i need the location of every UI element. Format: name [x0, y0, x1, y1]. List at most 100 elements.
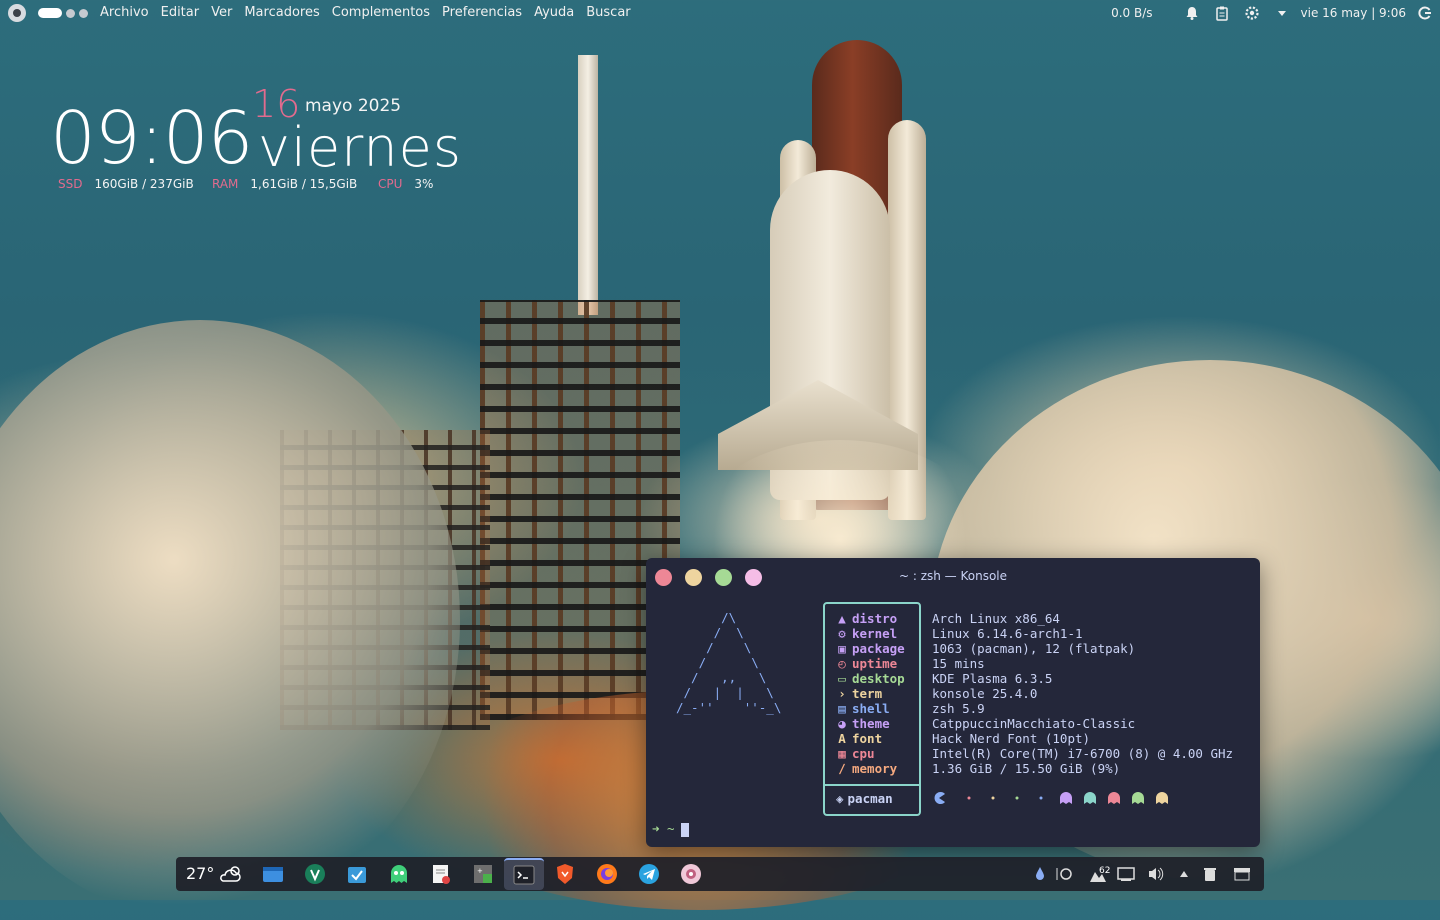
shell-icon: ▤ — [838, 701, 846, 716]
fastfetch-values: Arch Linux x86_64 Linux 6.14.6-arch1-1 106… — [932, 611, 1233, 776]
weather-temperature[interactable]: 27° — [186, 864, 214, 883]
text-cursor — [680, 822, 689, 837]
calculator-icon[interactable]: + — [470, 861, 496, 887]
ghost-purple-icon — [1060, 792, 1072, 804]
arch-ascii-logo: /\ / \ / \ / \ / ,, \ / | | \ /_-'' ''-_… — [676, 610, 782, 715]
ram-value: 1,61GiB / 15,5GiB — [250, 177, 358, 191]
fastfetch-label-desktop: ▭ desktop — [836, 671, 904, 686]
app-launcher-button[interactable] — [8, 4, 26, 22]
desktop-2-indicator[interactable] — [66, 8, 75, 18]
virtual-desktop-pager[interactable] — [38, 8, 88, 18]
fastfetch-label-uptime: ◴ uptime — [836, 656, 905, 671]
weather-cloud-sun-icon[interactable] — [218, 861, 244, 887]
package-icon: ▣ — [838, 641, 846, 656]
power-icon[interactable] — [1417, 5, 1433, 21]
brave-browser-icon[interactable] — [552, 861, 578, 887]
chevron-down-icon[interactable] — [1274, 5, 1290, 21]
fastfetch-label-term: › term — [836, 686, 905, 701]
labels-divider — [825, 784, 919, 786]
konsole-title: ~ : zsh — Konsole — [898, 569, 1008, 583]
cpu-label: CPU — [378, 177, 403, 191]
clock-icon: ◴ — [838, 656, 846, 671]
fastfetch-label-memory: ∕ memory — [836, 761, 905, 776]
ghost-green-icon — [1132, 792, 1144, 804]
water-drop-icon[interactable] — [1030, 864, 1050, 884]
fastfetch-value: KDE Plasma 6.3.5 — [932, 671, 1053, 686]
fastfetch-label-kernel: ⚙ kernel — [836, 626, 905, 641]
telegram-icon[interactable] — [636, 861, 662, 887]
font-icon: A — [838, 731, 846, 746]
ssd-value: 160GiB / 237GiB — [94, 177, 194, 191]
menu-ver[interactable]: Ver — [211, 5, 232, 20]
tray-expand-arrow-icon[interactable] — [1174, 864, 1194, 884]
ssd-label: SSD — [58, 177, 83, 191]
palette-icon: ◕ — [838, 716, 846, 731]
pellet-dot — [967, 796, 971, 800]
ghost-yellow-icon — [1156, 792, 1168, 804]
fastfetch-value: CatppuccinMacchiato-Classic — [932, 716, 1136, 731]
fastfetch-label-package: ▣ package — [836, 641, 904, 656]
settings-gear-icon[interactable] — [1244, 5, 1260, 21]
screen-recorder-icon[interactable] — [678, 861, 704, 887]
bg-tower-mast — [578, 55, 598, 315]
pellet-dot — [991, 796, 995, 800]
fastfetch-value: 1.36 GiB / 15.50 GiB (9%) — [932, 761, 1121, 776]
pellet-dot — [1015, 796, 1019, 800]
menu-marcadores[interactable]: Marcadores — [244, 5, 319, 20]
konsole-titlebar[interactable]: ~ : zsh — Konsole — [646, 558, 1260, 596]
notification-bell-icon[interactable] — [1184, 5, 1200, 21]
menu-archivo[interactable]: Archivo — [100, 5, 149, 20]
fastfetch-label-distro: ▲ distro — [836, 611, 905, 626]
desktop-clock-weekday: viernes — [258, 116, 463, 179]
vpn-client-icon[interactable] — [302, 861, 328, 887]
desktop-3-indicator[interactable] — [79, 8, 88, 18]
fastfetch-value: zsh 5.9 — [932, 701, 985, 716]
shell-prompt[interactable]: ➜ ~ — [652, 821, 689, 837]
menu-editar[interactable]: Editar — [161, 5, 200, 20]
ghost-red-icon — [1108, 792, 1120, 804]
trash-icon[interactable] — [1200, 864, 1220, 884]
network-icon[interactable] — [1116, 864, 1136, 884]
clock-datetime[interactable]: vie 16 may | 9:06 — [1301, 6, 1406, 20]
monitor-icon: ▭ — [838, 671, 846, 686]
arch-icon: ▲ — [838, 611, 846, 626]
file-manager-icon[interactable] — [260, 861, 286, 887]
fastfetch-labels: ▲ distro ⚙ kernel ▣ package ◴ uptime ▭ desktop › te… — [836, 611, 905, 776]
menu-buscar[interactable]: Buscar — [586, 5, 630, 20]
text-editor-icon[interactable] — [428, 861, 454, 887]
desktop-clock-time: 09:06 — [50, 96, 253, 180]
pellet-dot — [1039, 796, 1043, 800]
menu-preferencias[interactable]: Preferencias — [442, 5, 522, 20]
user-badge-icon[interactable]: 62 — [1086, 864, 1112, 884]
gear-icon: ⚙ — [838, 626, 846, 641]
fastfetch-value: Intel(R) Core(TM) i7-6700 (8) @ 4.00 GHz — [932, 746, 1234, 761]
konsole-app-icon[interactable] — [504, 858, 544, 890]
fastfetch-value: konsole 25.4.0 — [932, 686, 1038, 701]
pacman-ghost-app-icon[interactable] — [386, 861, 412, 887]
pacman-dots — [932, 791, 1172, 805]
bg-cloud-left — [0, 320, 460, 920]
fastfetch-label-cpu: ▦ cpu — [836, 746, 905, 761]
top-tray: 0.0 B/s vie 16 may | 9:06 — [1111, 0, 1440, 26]
menu-ayuda[interactable]: Ayuda — [534, 5, 574, 20]
cpu-icon: ▦ — [838, 746, 846, 761]
fastfetch-label-theme: ◕ theme — [836, 716, 905, 731]
svg-text:62: 62 — [1099, 866, 1110, 876]
menu-complementos[interactable]: Complementos — [332, 5, 430, 20]
konsole-window[interactable]: ~ : zsh — Konsole /\ / \ / \ / \ / ,, \ … — [646, 558, 1260, 847]
ghost-teal-icon — [1084, 792, 1096, 804]
pacman-icon — [934, 792, 945, 804]
clipboard-icon[interactable] — [1214, 5, 1230, 21]
volume-icon[interactable] — [1146, 864, 1166, 884]
svg-text:+: + — [477, 867, 483, 875]
global-menu: Archivo Editar Ver Marcadores Complement… — [100, 5, 643, 20]
desktop-1-indicator[interactable] — [38, 8, 62, 18]
software-store-icon[interactable] — [344, 861, 370, 887]
night-mode-toggle-icon[interactable] — [1054, 864, 1074, 884]
fastfetch-value: 1063 (pacman), 12 (flatpak) — [932, 641, 1136, 656]
firefox-icon[interactable] — [594, 861, 620, 887]
ghost-icon: ◈ — [836, 791, 844, 806]
fastfetch-label-font: Afont — [836, 731, 905, 746]
show-desktop-icon[interactable] — [1232, 864, 1252, 884]
ram-label: RAM — [212, 177, 239, 191]
